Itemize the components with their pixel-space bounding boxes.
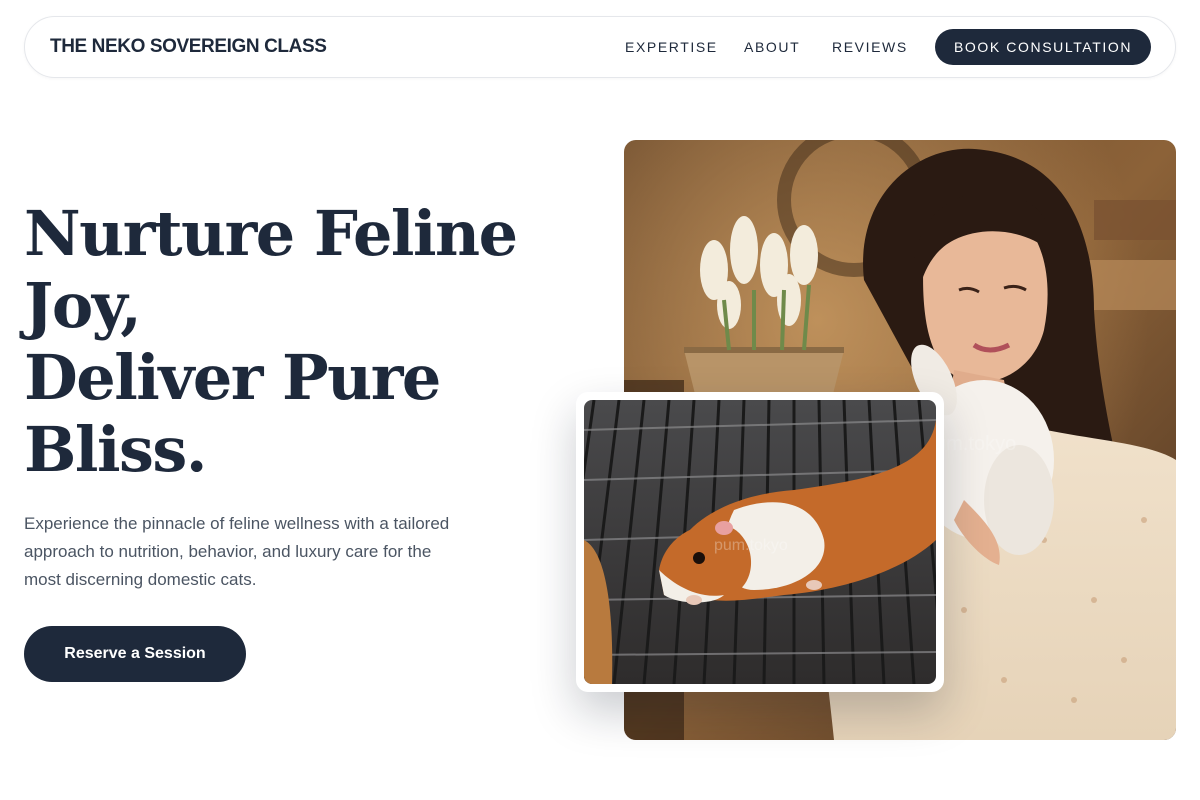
nav-link-expertise[interactable]: EXPERTISE <box>625 17 718 77</box>
reserve-session-button[interactable]: Reserve a Session <box>24 626 246 682</box>
hero-title-line: Deliver Pure <box>24 341 441 414</box>
watermark-text: pum.tokyo <box>714 537 788 554</box>
nav-link-about[interactable]: ABOUT <box>744 17 800 77</box>
hero-title-line: Bliss. <box>24 413 207 486</box>
guinea-pig-image: pum.tokyo <box>584 400 936 684</box>
hero-title-line: Nurture Feline <box>24 197 518 270</box>
site-header: THE NEKO SOVEREIGN CLASS EXPERTISE ABOUT… <box>24 16 1176 78</box>
nav-link-reviews[interactable]: REVIEWS <box>832 17 908 77</box>
book-consultation-button[interactable]: BOOK CONSULTATION <box>935 29 1151 65</box>
hero-description: Experience the pinnacle of feline wellne… <box>24 514 450 589</box>
hero-title-line: Joy, <box>24 269 142 342</box>
hero-title: Nurture Feline Joy, Deliver Pure Bliss. <box>24 198 584 486</box>
brand-logo[interactable]: THE NEKO SOVEREIGN CLASS <box>50 17 327 77</box>
hero-photo-secondary: pum.tokyo <box>576 392 944 692</box>
